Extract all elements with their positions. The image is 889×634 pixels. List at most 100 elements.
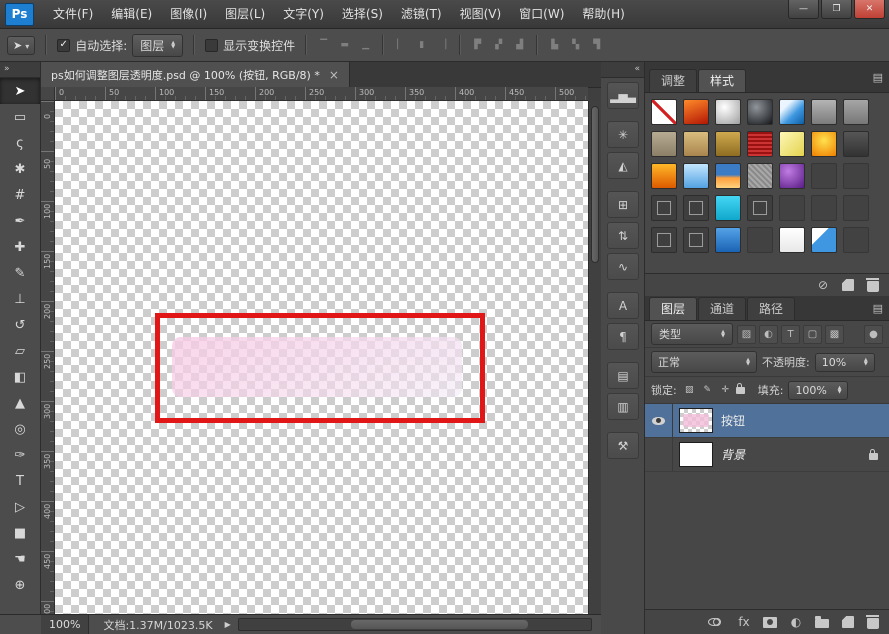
style-swatch[interactable] (779, 163, 805, 189)
new-group-icon[interactable] (815, 619, 829, 628)
adjustment-layer-icon[interactable]: ◐ (790, 615, 802, 629)
dodge-tool[interactable]: ◎ (0, 416, 40, 442)
style-swatch[interactable] (747, 163, 773, 189)
style-swatch[interactable] (747, 227, 773, 253)
close-button[interactable]: ✕ (854, 0, 885, 19)
style-swatch[interactable] (715, 131, 741, 157)
maximize-button[interactable]: ❐ (821, 0, 852, 19)
tab-adjustments[interactable]: 调整 (649, 69, 697, 92)
paragraph-panel-icon[interactable]: ¶ (607, 323, 639, 350)
eraser-tool[interactable]: ▱ (0, 338, 40, 364)
histogram-panel-icon[interactable]: ▂▅▃ (607, 82, 639, 109)
layer-thumbnail[interactable] (679, 408, 713, 433)
zoom-tool[interactable]: ⊕ (0, 572, 40, 598)
tab-channels[interactable]: 通道 (698, 297, 746, 320)
healing-brush-tool[interactable]: ✚ (0, 234, 40, 260)
style-swatch[interactable] (651, 131, 677, 157)
style-swatch[interactable] (843, 131, 869, 157)
horizontal-scrollbar-thumb[interactable] (351, 620, 527, 629)
style-swatch[interactable] (715, 163, 741, 189)
new-layer-icon[interactable] (842, 616, 854, 628)
style-swatch[interactable] (779, 131, 805, 157)
adjustments-panel-icon[interactable]: ✳ (607, 121, 639, 148)
style-swatch[interactable] (683, 99, 709, 125)
distribute-bottom-edges-icon[interactable]: ▟ (510, 36, 529, 54)
gradient-tool[interactable]: ◧ (0, 364, 40, 390)
style-swatch[interactable] (811, 195, 837, 221)
clone-source-panel-icon[interactable]: ⇅ (607, 222, 639, 249)
panel-menu-icon[interactable]: ▤ (873, 71, 883, 84)
menu-item[interactable]: 文件(F) (44, 1, 102, 28)
tab-layers[interactable]: 图层 (649, 297, 697, 320)
lock-image-pixels-icon[interactable]: ✎ (700, 383, 715, 398)
add-layer-mask-icon[interactable] (763, 617, 777, 628)
align-bottom-edges-icon[interactable]: ▁ (356, 36, 375, 54)
canvas[interactable] (55, 101, 588, 614)
lock-transparent-pixels-icon[interactable]: ▨ (682, 383, 697, 398)
filter-toggle-icon[interactable]: ● (864, 325, 883, 344)
path-selection-tool[interactable]: ▷ (0, 494, 40, 520)
layer-thumbnail[interactable] (679, 442, 713, 467)
lock-all-icon[interactable] (736, 387, 745, 394)
zoom-level-field[interactable]: 100% (41, 615, 89, 634)
panel-menu-icon[interactable]: ▤ (873, 302, 883, 315)
style-swatch[interactable] (715, 227, 741, 253)
layer-name[interactable]: 按钮 (721, 412, 745, 429)
hand-tool[interactable]: ☚ (0, 546, 40, 572)
eyedropper-tool[interactable]: ✒ (0, 208, 40, 234)
character-styles-panel-icon[interactable]: ▥ (607, 393, 639, 420)
layer-row[interactable]: 按钮 (645, 404, 889, 438)
style-swatch[interactable] (779, 99, 805, 125)
style-swatch[interactable] (747, 131, 773, 157)
visibility-toggle[interactable] (645, 438, 673, 471)
style-swatch[interactable] (715, 99, 741, 125)
link-layers-icon[interactable] (708, 618, 720, 626)
panelstrip-expand-button[interactable]: « (601, 62, 644, 78)
menu-item[interactable]: 视图(V) (451, 1, 511, 28)
menu-item[interactable]: 滤镜(T) (392, 1, 451, 28)
move-tool[interactable]: ➤ (0, 78, 40, 104)
fill-dropdown[interactable]: 100% (788, 381, 848, 400)
brush-tool[interactable]: ✎ (0, 260, 40, 286)
distribute-right-edges-icon[interactable]: ▜ (587, 36, 606, 54)
pen-tool[interactable]: ✑ (0, 442, 40, 468)
filter-pixel-layers-icon[interactable]: ▨ (737, 325, 756, 344)
layer-filter-dropdown[interactable]: 类型 (651, 323, 733, 345)
distribute-top-edges-icon[interactable]: ▛ (468, 36, 487, 54)
align-left-edges-icon[interactable]: ▏ (391, 36, 410, 54)
style-swatch[interactable] (683, 163, 709, 189)
show-transform-checkbox[interactable] (205, 39, 218, 52)
blur-tool[interactable]: ▲ (0, 390, 40, 416)
filter-smart-objects-icon[interactable]: ▩ (825, 325, 844, 344)
character-panel-icon[interactable]: A (607, 292, 639, 319)
channels-panel-icon[interactable]: ⊞ (607, 191, 639, 218)
delete-layer-icon[interactable] (867, 618, 879, 629)
style-swatch[interactable] (651, 227, 677, 253)
menu-item[interactable]: 帮助(H) (573, 1, 633, 28)
lasso-tool[interactable]: ς (0, 130, 40, 156)
tab-close-icon[interactable]: × (329, 68, 339, 82)
style-swatch[interactable] (683, 227, 709, 253)
marquee-tool[interactable]: ▭ (0, 104, 40, 130)
align-vertical-centers-icon[interactable]: ▬ (335, 36, 354, 54)
style-swatch[interactable] (843, 99, 869, 125)
layer-name[interactable]: 背景 (721, 446, 745, 463)
menu-item[interactable]: 图层(L) (216, 1, 274, 28)
tab-styles[interactable]: 样式 (698, 69, 746, 92)
style-swatch[interactable] (779, 195, 805, 221)
menu-item[interactable]: 选择(S) (333, 1, 392, 28)
paragraph-styles-panel-icon[interactable]: ▤ (607, 362, 639, 389)
minimize-button[interactable]: — (788, 0, 819, 19)
style-swatch[interactable] (843, 163, 869, 189)
document-tab[interactable]: ps如何调整图层透明度.psd @ 100% (按钮, RGB/8) * × (41, 62, 350, 87)
style-swatch[interactable] (683, 195, 709, 221)
opacity-dropdown[interactable]: 10% (815, 353, 875, 372)
align-right-edges-icon[interactable]: ▕ (433, 36, 452, 54)
tab-paths[interactable]: 路径 (747, 297, 795, 320)
style-swatch[interactable] (683, 131, 709, 157)
delete-style-icon[interactable] (867, 281, 879, 292)
horizontal-scrollbar[interactable] (238, 618, 592, 631)
rectangle-tool[interactable]: ■ (0, 520, 40, 546)
style-swatch[interactable] (779, 227, 805, 253)
menu-item[interactable]: 文字(Y) (274, 1, 333, 28)
